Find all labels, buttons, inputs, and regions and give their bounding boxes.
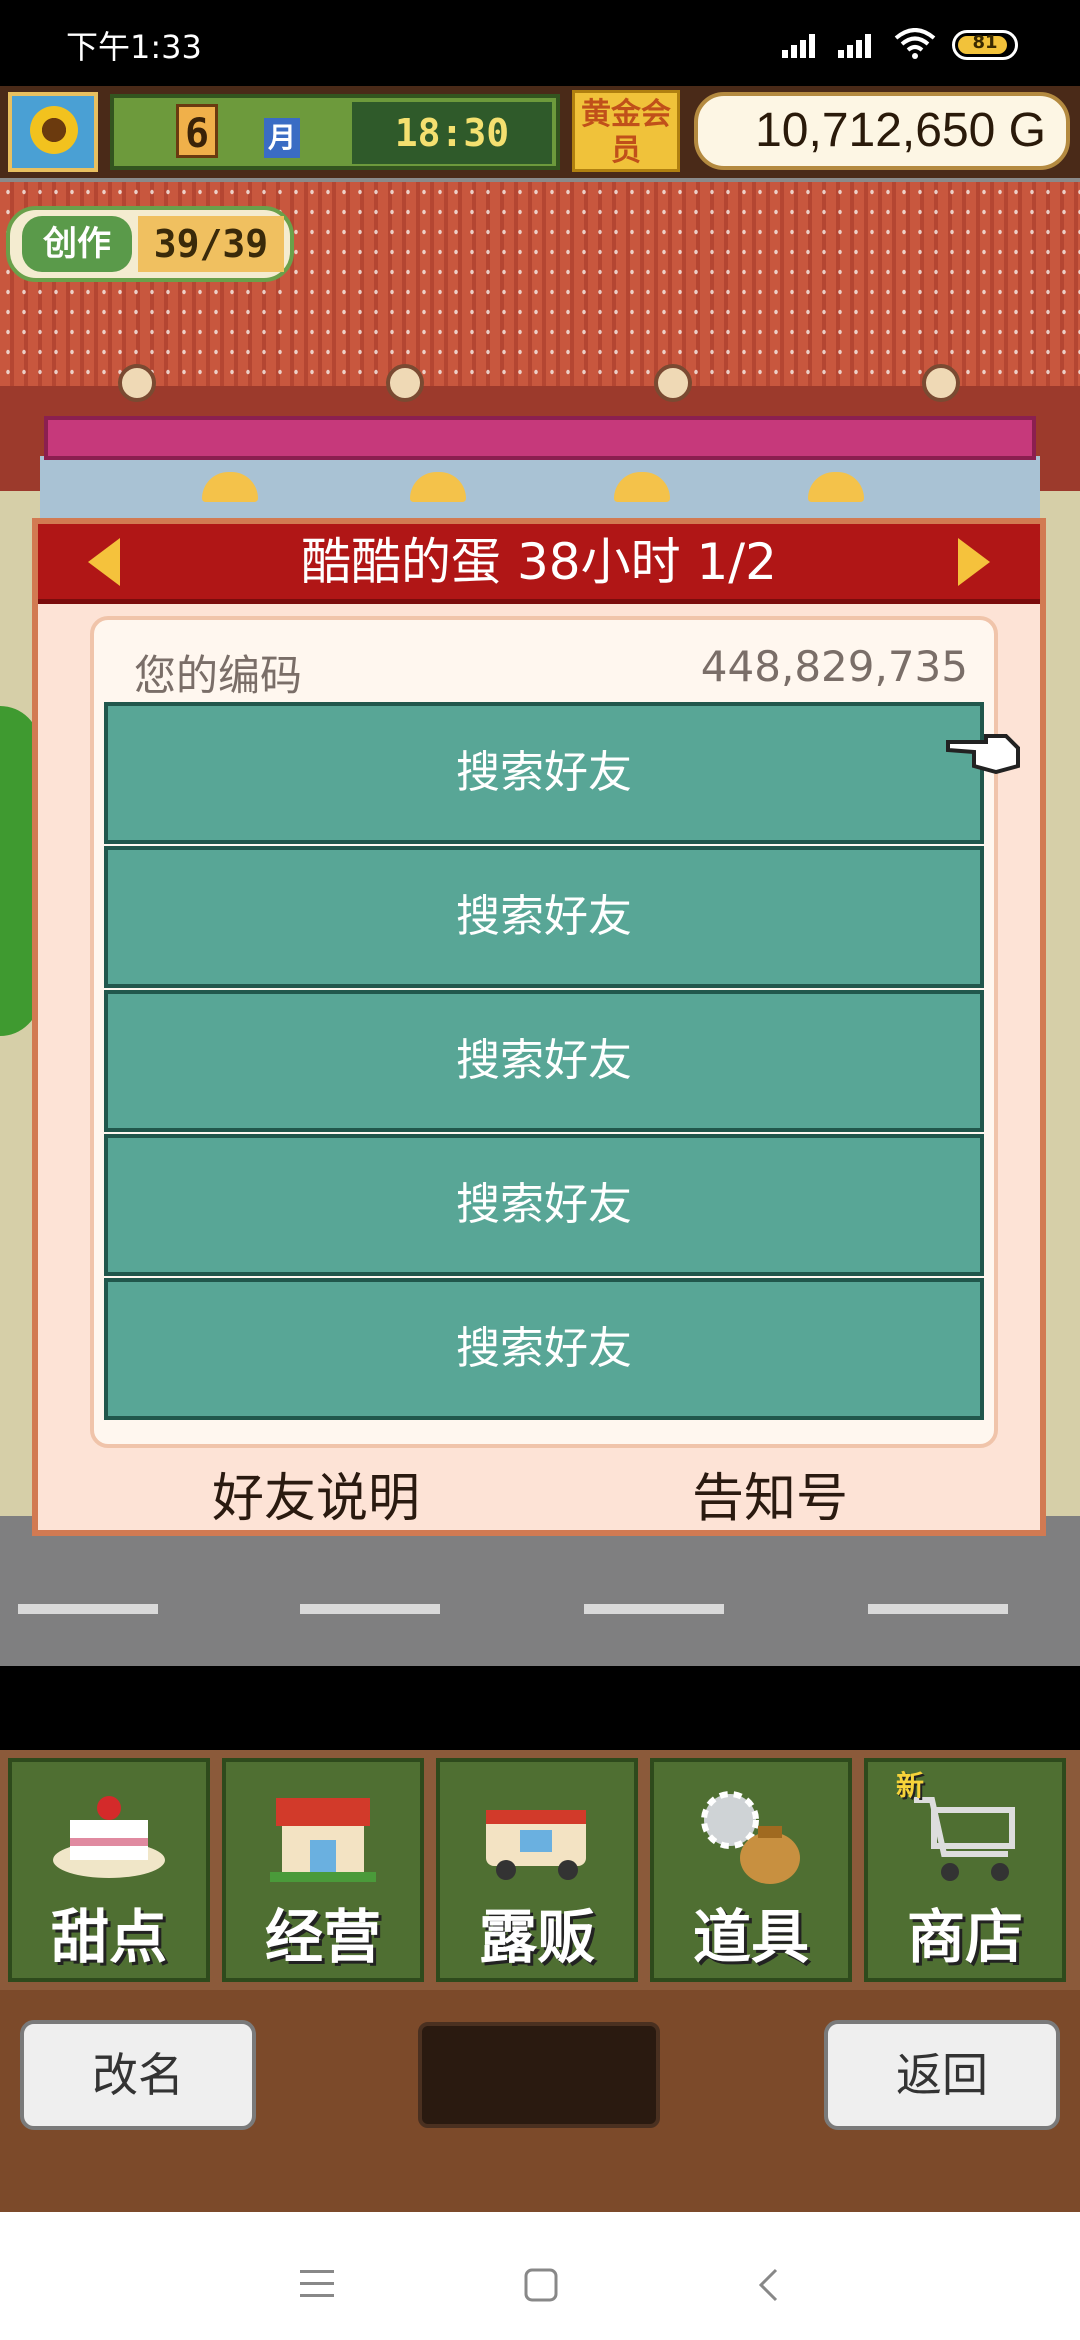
menu-item-stall[interactable]: 露贩 (436, 1758, 638, 1982)
menu-label: 道具 (692, 1903, 809, 1971)
menu-item-items[interactable]: 道具 (650, 1758, 852, 1982)
arrow-right-icon[interactable] (958, 538, 990, 586)
create-counter: 创作 39/39 (6, 206, 294, 282)
sunflower-icon (30, 106, 78, 154)
dialog-title: 酷酷的蛋 38小时 1/2 (301, 533, 777, 591)
back-icon[interactable] (758, 2268, 778, 2302)
roof-knob (386, 364, 424, 402)
menu-icon[interactable] (300, 2270, 334, 2298)
notice-button[interactable]: 告知号 (692, 1456, 848, 1531)
navigation-bar (0, 2212, 1080, 2340)
new-badge: 新 (896, 1769, 925, 1802)
your-code-value: 448,829,735 (700, 642, 968, 691)
menu-item-store[interactable]: 新 商店 (864, 1758, 1066, 1982)
menu-label: 商店 (906, 1903, 1023, 1971)
battery-level: 81 (972, 32, 998, 53)
game-clock: 18:30 (352, 102, 552, 164)
pointing-hand-icon (946, 734, 1020, 774)
roof-knob (654, 364, 692, 402)
menu-item-dessert[interactable]: 甜点 (8, 1758, 210, 1982)
month-label: 月 (264, 118, 300, 158)
wall (1040, 491, 1080, 1631)
menu-label: 甜点 (50, 1903, 167, 1971)
cell-signal-icon (782, 32, 822, 58)
back-button[interactable]: 返回 (824, 2020, 1060, 2130)
cake-icon (53, 1796, 165, 1878)
menu-label: 经营 (264, 1903, 381, 1971)
menu-item-manage[interactable]: 经营 (222, 1758, 424, 1982)
info-screen (418, 2022, 660, 2128)
cell-signal-icon (838, 32, 878, 58)
search-friend-button[interactable]: 搜索好友 (104, 1134, 984, 1276)
gear-bag-icon (701, 1791, 800, 1884)
bottom-action-bar: 改名 返回 (0, 1990, 1080, 2212)
friend-help-button[interactable]: 好友说明 (212, 1456, 420, 1531)
bottom-menu: 甜点 经营 露贩 道具 新 商店 (0, 1750, 1080, 1990)
road (0, 1516, 1080, 1666)
money-display: 10,712,650 G (694, 92, 1070, 170)
status-bar: 下午1:33 81 (0, 0, 1080, 86)
gold-member-badge[interactable]: 黄金会员 (572, 90, 680, 172)
road-line (18, 1604, 158, 1614)
search-friend-button[interactable]: 搜索好友 (104, 846, 984, 988)
date-panel: 6 月 18:30 (110, 94, 560, 170)
create-value: 39/39 (138, 216, 284, 272)
dialog-header: 酷酷的蛋 38小时 1/2 (38, 524, 1040, 604)
search-friend-button[interactable]: 搜索好友 (104, 702, 984, 844)
create-label: 创作 (22, 216, 132, 272)
friend-dialog: 酷酷的蛋 38小时 1/2 您的编码 448,829,735 搜索好友 搜索好友… (32, 518, 1046, 1536)
status-time: 下午1:33 (66, 28, 202, 66)
avatar[interactable] (8, 92, 98, 172)
road-line (584, 1604, 724, 1614)
search-friend-button[interactable]: 搜索好友 (104, 1278, 984, 1420)
arrow-left-icon[interactable] (88, 538, 120, 586)
awning (44, 416, 1036, 460)
roof-knob (922, 364, 960, 402)
wifi-icon (894, 28, 936, 59)
shop-icon (270, 1798, 376, 1882)
your-code-label: 您的编码 (134, 651, 303, 700)
food-truck-icon (486, 1810, 586, 1880)
road-line (300, 1604, 440, 1614)
home-icon[interactable] (524, 2268, 558, 2302)
battery-icon: 81 (952, 30, 1018, 60)
search-friend-button[interactable]: 搜索好友 (104, 990, 984, 1132)
month-number: 6 (176, 104, 218, 158)
menu-label: 露贩 (478, 1903, 595, 1971)
top-hud: 6 月 18:30 黄金会员 10,712,650 G (0, 86, 1080, 178)
rename-button[interactable]: 改名 (20, 2020, 256, 2130)
road-line (868, 1604, 1008, 1614)
roof-knob (118, 364, 156, 402)
